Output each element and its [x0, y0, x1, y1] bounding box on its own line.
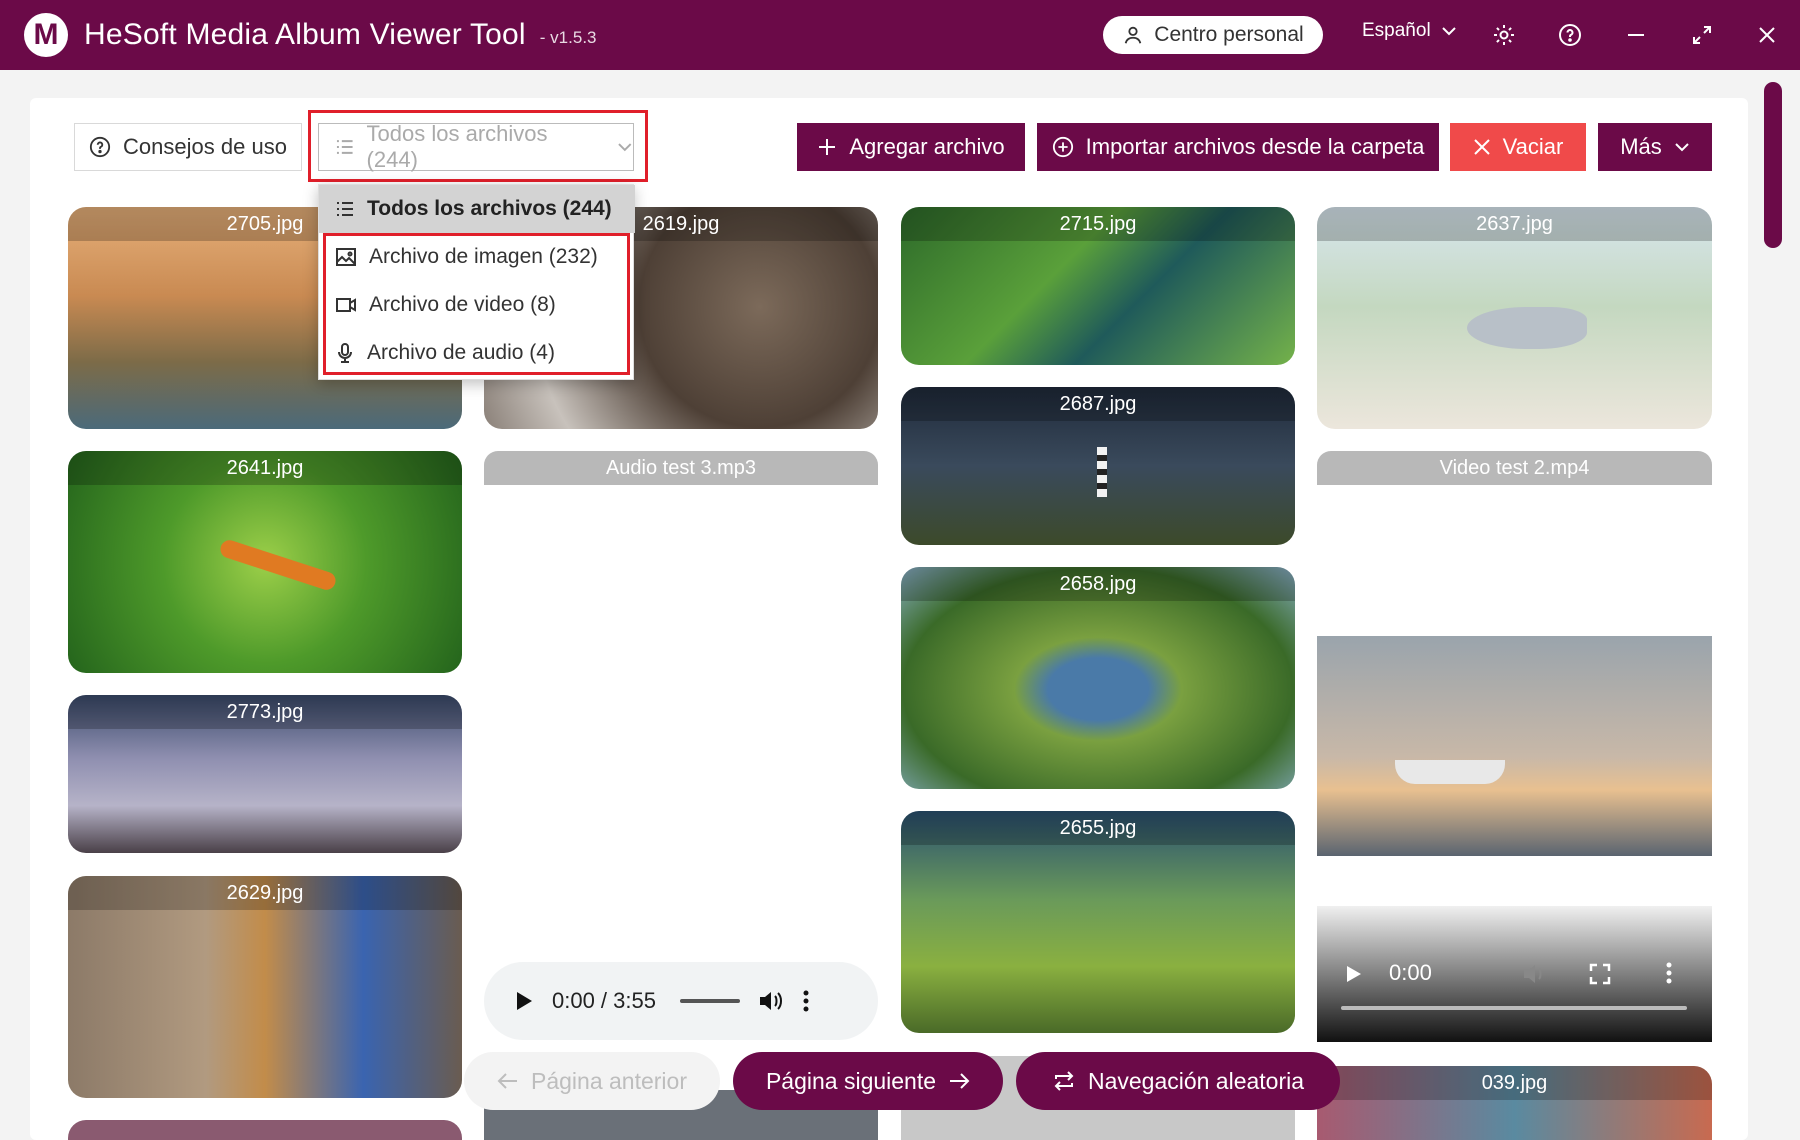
image-card[interactable] [68, 1120, 462, 1140]
more-label: Más [1620, 134, 1662, 159]
personal-center-label: Centro personal [1154, 23, 1304, 46]
next-page-button[interactable]: Página siguiente [733, 1052, 1003, 1110]
arrow-right-icon [950, 1073, 970, 1089]
canoe-shape [218, 537, 338, 593]
file-name: 2641.jpg [68, 451, 462, 485]
image-card[interactable]: 2658.jpg [901, 567, 1295, 789]
volume-icon[interactable] [758, 989, 784, 1013]
plus-circle-icon [1052, 136, 1073, 158]
title-bar: M HeSoft Media Album Viewer Tool - v1.5.… [0, 0, 1800, 70]
file-name: 2687.jpg [901, 387, 1295, 421]
filter-highlight-box [308, 110, 648, 182]
volume-icon[interactable] [1522, 962, 1548, 986]
app-title: HeSoft Media Album Viewer Tool [84, 18, 526, 51]
next-page-label: Página siguiente [765, 1067, 937, 1094]
settings-gear-icon[interactable] [1487, 18, 1521, 52]
file-name: 2715.jpg [901, 207, 1295, 241]
audio-file-card[interactable]: Audio test 3.mp3 [484, 451, 878, 485]
app-logo: M [24, 13, 68, 57]
file-name: 2629.jpg [68, 876, 462, 910]
audio-progress-slider[interactable] [679, 999, 740, 1003]
usage-tips-button[interactable]: Consejos de uso [74, 123, 302, 171]
user-icon [1125, 26, 1142, 44]
close-icon[interactable] [1750, 18, 1784, 52]
previous-page-label: Página anterior [531, 1067, 687, 1094]
list-icon [337, 202, 353, 216]
audio-time: 0:00 / 3:55 [552, 988, 656, 1013]
usage-tips-label: Consejos de uso [123, 134, 287, 159]
more-vertical-icon[interactable] [1665, 961, 1673, 985]
image-card[interactable]: 2687.jpg [901, 387, 1295, 545]
add-file-button[interactable]: Agregar archivo [797, 123, 1025, 171]
language-select[interactable]: Español [1362, 20, 1457, 42]
ship-shape [1395, 760, 1505, 784]
image-card[interactable]: 039.jpg [1317, 1066, 1712, 1140]
video-controls: 0:00 [1317, 906, 1712, 1042]
app-version: - v1.5.3 [539, 28, 597, 47]
previous-page-button[interactable]: Página anterior [464, 1052, 720, 1110]
play-icon[interactable] [514, 990, 534, 1012]
plus-icon [819, 139, 836, 155]
import-folder-button[interactable]: Importar archivos desde la carpeta [1037, 123, 1439, 171]
random-browse-label: Navegación aleatoria [1087, 1067, 1305, 1094]
bird-shape [1467, 307, 1587, 349]
more-button[interactable]: Más [1598, 123, 1712, 171]
video-progress-slider[interactable] [1341, 1006, 1687, 1010]
personal-center-button[interactable]: Centro personal [1103, 16, 1323, 54]
arrow-left-icon [497, 1073, 517, 1089]
image-card[interactable]: 2715.jpg [901, 207, 1295, 365]
video-file-card[interactable]: Video test 2.mp4 [1317, 451, 1712, 485]
maximize-icon[interactable] [1685, 18, 1719, 52]
dropdown-option-label: Todos los archivos (244) [367, 197, 612, 220]
image-card[interactable]: 2773.jpg [68, 695, 462, 853]
close-icon [1473, 139, 1490, 155]
file-name: 2773.jpg [68, 695, 462, 729]
dropdown-highlight-box [323, 233, 630, 375]
file-name: 2637.jpg [1317, 207, 1712, 241]
language-label: Español [1362, 20, 1431, 41]
file-name: 2655.jpg [901, 811, 1295, 845]
image-card[interactable]: 2637.jpg [1317, 207, 1712, 429]
minimize-icon[interactable] [1619, 18, 1653, 52]
chevron-down-icon [1675, 143, 1689, 152]
audio-player[interactable]: 0:00 / 3:55 [484, 962, 878, 1040]
video-frame [1317, 636, 1712, 856]
video-time: 0:00 [1389, 960, 1432, 985]
file-name: 039.jpg [1317, 1066, 1712, 1100]
image-card[interactable]: 2655.jpg [901, 811, 1295, 1033]
add-file-label: Agregar archivo [849, 134, 1005, 159]
play-icon[interactable] [1345, 964, 1363, 984]
clear-button[interactable]: Vaciar [1450, 123, 1586, 171]
dropdown-option-all-files[interactable]: Todos los archivos (244) [319, 185, 635, 233]
repeat-icon [1054, 1071, 1074, 1091]
clear-label: Vaciar [1502, 134, 1564, 159]
random-browse-button[interactable]: Navegación aleatoria [1016, 1052, 1340, 1110]
scrollbar-thumb[interactable] [1764, 82, 1782, 248]
more-vertical-icon[interactable] [802, 989, 810, 1013]
import-folder-label: Importar archivos desde la carpeta [1085, 134, 1425, 159]
question-circle-icon [89, 136, 111, 158]
file-name: 2658.jpg [901, 567, 1295, 601]
lighthouse-shape [1097, 447, 1107, 497]
image-card[interactable]: 2641.jpg [68, 451, 462, 673]
chevron-down-icon [1441, 27, 1456, 36]
video-player[interactable]: 0:00 [1317, 636, 1712, 1042]
image-card[interactable]: 2629.jpg [68, 876, 462, 1098]
help-icon[interactable] [1553, 18, 1587, 52]
fullscreen-icon[interactable] [1589, 963, 1611, 985]
